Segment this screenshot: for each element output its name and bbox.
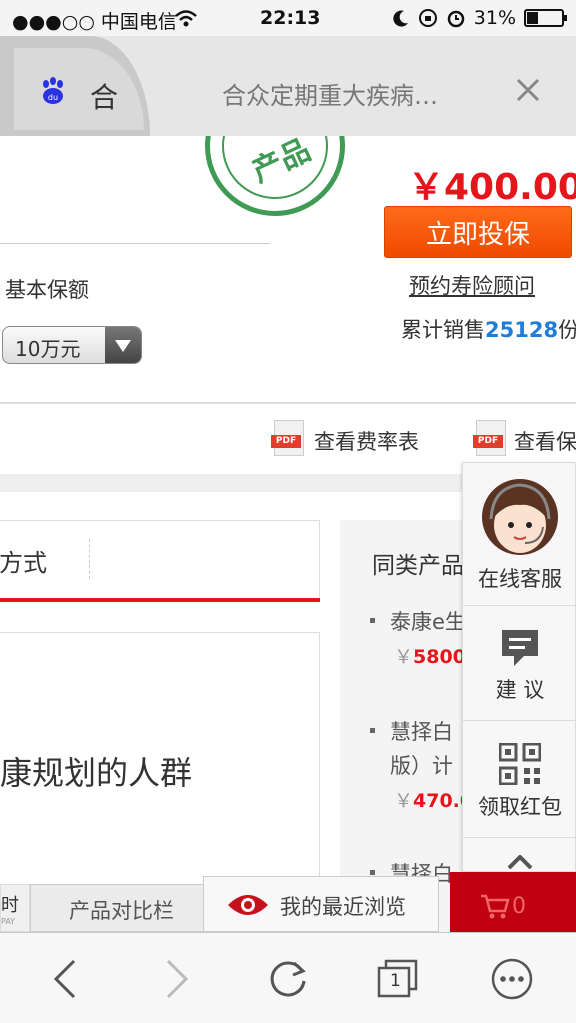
back-icon[interactable] <box>42 955 90 1003</box>
product-stamp: 产品 <box>205 136 345 216</box>
sales-count: 累计销售25128份 <box>401 318 576 342</box>
pdf-icon: PDF <box>271 420 304 456</box>
base-amount-label: 基本保额 <box>5 278 89 302</box>
product-price: ￥400.00 <box>408 167 576 208</box>
close-tab-icon[interactable] <box>510 72 546 108</box>
baidu-paw-icon: du <box>43 77 63 104</box>
battery-percent: 31% <box>473 7 516 29</box>
browser-toolbar: 1 <box>0 932 576 1023</box>
reload-icon[interactable] <box>264 955 312 1003</box>
divider <box>0 402 576 404</box>
chat-bubble-icon <box>502 630 538 666</box>
active-tab-underline <box>0 598 320 602</box>
site-bottom-bar: 时 PAY 产品对比栏 我的最近浏览 0 <box>0 872 576 932</box>
buy-now-button[interactable]: 立即投保 <box>384 206 572 258</box>
forward-icon[interactable] <box>152 955 200 1003</box>
cart-button[interactable]: 0 <box>450 872 576 932</box>
chevron-up-icon[interactable] <box>507 855 533 869</box>
red-envelope-button[interactable]: 领取红包 <box>463 721 576 837</box>
qr-code-icon <box>499 743 541 785</box>
tab-title-partial: 合 <box>90 81 119 114</box>
similar-product-link[interactable]: 慧择白 <box>390 716 453 746</box>
cart-icon <box>481 894 510 919</box>
alarm-icon <box>447 10 465 28</box>
online-service-button[interactable]: 在线客服 <box>463 463 576 603</box>
svg-text:du: du <box>48 93 58 102</box>
clause-link[interactable]: 查看保 <box>514 426 576 456</box>
suitable-group-text: 康规划的人群 <box>0 754 193 792</box>
wifi-icon <box>175 10 197 27</box>
amount-select[interactable]: 10万元 <box>2 326 142 364</box>
compare-bar-button[interactable]: 产品对比栏 <box>30 884 208 932</box>
similar-product-link[interactable]: 泰康e生 <box>390 606 466 636</box>
service-panel: 在线客服 建 议 领取红包 <box>462 462 576 872</box>
detail-tabs: 方式 <box>0 520 320 602</box>
suggestion-button[interactable]: 建 议 <box>463 606 576 720</box>
eye-icon <box>228 895 268 915</box>
customer-service-avatar-icon <box>482 479 558 555</box>
chevron-down-icon <box>105 327 141 363</box>
carrier-label: ●●●○○ 中国电信 <box>12 11 177 33</box>
active-tab-title[interactable]: 合众定期重大疾病… <box>222 76 438 111</box>
status-bar: ●●●○○ 中国电信 22:13 31% <box>0 0 576 36</box>
cart-count: 0 <box>512 894 526 919</box>
moon-icon <box>393 10 408 27</box>
tab-method[interactable]: 方式 <box>0 543 47 578</box>
browser-tab-bar: du 合 合众定期重大疾病… <box>0 36 576 136</box>
more-icon[interactable] <box>488 955 536 1003</box>
tab-count: 1 <box>390 971 401 991</box>
book-advisor-link[interactable]: 预约寿险顾问 <box>409 270 535 300</box>
rate-table-link[interactable]: 查看费率表 <box>314 426 419 456</box>
pdf-icon: PDF <box>473 420 506 456</box>
similar-product-link-line2[interactable]: 版）计 <box>390 750 453 780</box>
divider <box>0 243 270 244</box>
rotation-lock-icon <box>418 9 437 27</box>
clock: 22:13 <box>260 7 321 29</box>
battery-icon <box>524 9 567 27</box>
recent-views-button[interactable]: 我的最近浏览 <box>203 876 439 932</box>
pay-badge: 时 PAY <box>0 884 30 932</box>
tabs-button[interactable]: 1 <box>374 955 422 1003</box>
similar-products-title: 同类产品 <box>372 553 464 579</box>
